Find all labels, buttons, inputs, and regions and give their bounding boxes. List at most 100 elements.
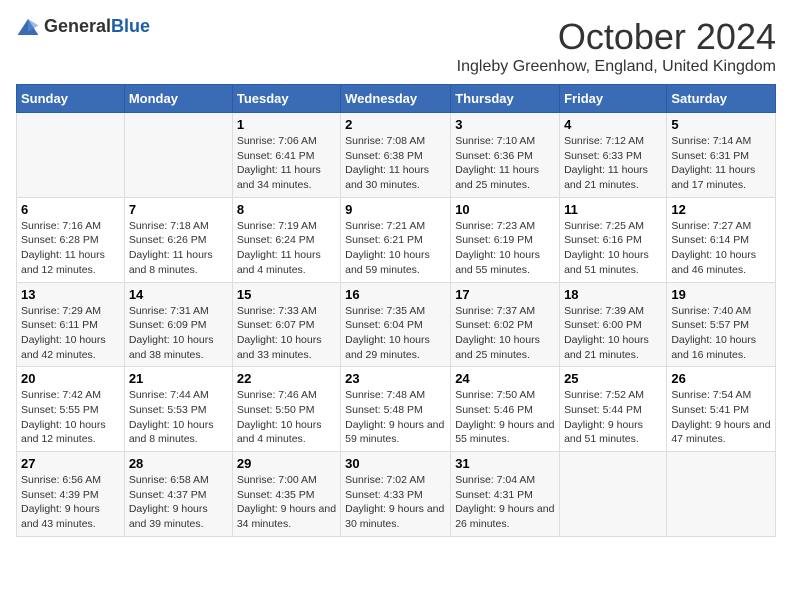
logo: GeneralBlue bbox=[16, 16, 150, 37]
calendar-cell bbox=[560, 452, 667, 537]
day-number: 19 bbox=[671, 287, 771, 302]
calendar-cell: 27Sunrise: 6:56 AM Sunset: 4:39 PM Dayli… bbox=[17, 452, 125, 537]
calendar-cell: 23 Sunrise: 7:48 AM Sunset: 5:48 PM Dayli… bbox=[341, 367, 451, 452]
calendar-cell: 16Sunrise: 7:35 AM Sunset: 6:04 PM Dayli… bbox=[341, 282, 451, 367]
day-info: Sunrise: 7:23 AM Sunset: 6:19 PM Dayligh… bbox=[455, 219, 555, 278]
header-sunday: Sunday bbox=[17, 85, 125, 113]
day-info: Sunrise: 7:39 AM Sunset: 6:00 PM Dayligh… bbox=[564, 304, 662, 363]
day-info: Sunrise: 7:44 AM Sunset: 5:53 PM Dayligh… bbox=[129, 388, 228, 447]
day-number: 14 bbox=[129, 287, 228, 302]
calendar-week-2: 6 Sunrise: 7:16 AM Sunset: 6:28 PM Daylig… bbox=[17, 197, 776, 282]
calendar-cell: 6 Sunrise: 7:16 AM Sunset: 6:28 PM Daylig… bbox=[17, 197, 125, 282]
title-section: October 2024 Ingleby Greenhow, England, … bbox=[457, 16, 776, 76]
day-info: Sunrise: 7:18 AM Sunset: 6:26 PM Dayligh… bbox=[129, 219, 228, 278]
day-info: Sunrise: 7:29 AM Sunset: 6:11 PM Dayligh… bbox=[21, 304, 120, 363]
day-number: 11 bbox=[564, 202, 662, 217]
calendar-week-3: 13 Sunrise: 7:29 AM Sunset: 6:11 PM Dayli… bbox=[17, 282, 776, 367]
calendar-cell: 25Sunrise: 7:52 AM Sunset: 5:44 PM Dayli… bbox=[560, 367, 667, 452]
day-info: Sunrise: 7:35 AM Sunset: 6:04 PM Dayligh… bbox=[345, 304, 446, 363]
calendar-cell: 29Sunrise: 7:00 AM Sunset: 4:35 PM Dayli… bbox=[232, 452, 340, 537]
calendar-cell: 21 Sunrise: 7:44 AM Sunset: 5:53 PM Dayli… bbox=[124, 367, 232, 452]
day-number: 18 bbox=[564, 287, 662, 302]
calendar-cell: 14 Sunrise: 7:31 AM Sunset: 6:09 PM Dayli… bbox=[124, 282, 232, 367]
calendar-cell: 12 Sunrise: 7:27 AM Sunset: 6:14 PM Dayli… bbox=[667, 197, 776, 282]
calendar-cell: 20 Sunrise: 7:42 AM Sunset: 5:55 PM Dayli… bbox=[17, 367, 125, 452]
calendar-cell: 31 Sunrise: 7:04 AM Sunset: 4:31 PM Dayli… bbox=[451, 452, 560, 537]
day-info: Sunrise: 7:19 AM Sunset: 6:24 PM Dayligh… bbox=[237, 219, 336, 278]
day-number: 9 bbox=[345, 202, 446, 217]
calendar-cell: 26Sunrise: 7:54 AM Sunset: 5:41 PM Dayli… bbox=[667, 367, 776, 452]
header-thursday: Thursday bbox=[451, 85, 560, 113]
calendar-cell: 30Sunrise: 7:02 AM Sunset: 4:33 PM Dayli… bbox=[341, 452, 451, 537]
calendar-week-1: 1 Sunrise: 7:06 AM Sunset: 6:41 PM Daylig… bbox=[17, 113, 776, 198]
day-info: Sunrise: 7:33 AM Sunset: 6:07 PM Dayligh… bbox=[237, 304, 336, 363]
calendar-cell: 28Sunrise: 6:58 AM Sunset: 4:37 PM Dayli… bbox=[124, 452, 232, 537]
day-number: 10 bbox=[455, 202, 555, 217]
day-info: Sunrise: 7:12 AM Sunset: 6:33 PM Dayligh… bbox=[564, 134, 662, 193]
day-number: 5 bbox=[671, 117, 771, 132]
logo-text-general: General bbox=[44, 16, 111, 36]
day-number: 1 bbox=[237, 117, 336, 132]
page-header: GeneralBlue October 2024 Ingleby Greenho… bbox=[16, 16, 776, 76]
day-info: Sunrise: 7:37 AM Sunset: 6:02 PM Dayligh… bbox=[455, 304, 555, 363]
day-info: Sunrise: 7:02 AM Sunset: 4:33 PM Dayligh… bbox=[345, 473, 446, 532]
day-info: Sunrise: 7:14 AM Sunset: 6:31 PM Dayligh… bbox=[671, 134, 771, 193]
day-number: 31 bbox=[455, 456, 555, 471]
header-tuesday: Tuesday bbox=[232, 85, 340, 113]
calendar-cell: 18 Sunrise: 7:39 AM Sunset: 6:00 PM Dayli… bbox=[560, 282, 667, 367]
calendar-cell: 2 Sunrise: 7:08 AM Sunset: 6:38 PM Daylig… bbox=[341, 113, 451, 198]
calendar-cell: 5 Sunrise: 7:14 AM Sunset: 6:31 PM Daylig… bbox=[667, 113, 776, 198]
day-number: 15 bbox=[237, 287, 336, 302]
day-info: Sunrise: 7:31 AM Sunset: 6:09 PM Dayligh… bbox=[129, 304, 228, 363]
day-info: Sunrise: 7:06 AM Sunset: 6:41 PM Dayligh… bbox=[237, 134, 336, 193]
day-info: Sunrise: 7:48 AM Sunset: 5:48 PM Dayligh… bbox=[345, 388, 446, 447]
day-number: 6 bbox=[21, 202, 120, 217]
day-number: 2 bbox=[345, 117, 446, 132]
day-number: 29 bbox=[237, 456, 336, 471]
day-number: 8 bbox=[237, 202, 336, 217]
day-number: 3 bbox=[455, 117, 555, 132]
day-info: Sunrise: 7:04 AM Sunset: 4:31 PM Dayligh… bbox=[455, 473, 555, 532]
calendar-cell: 8 Sunrise: 7:19 AM Sunset: 6:24 PM Daylig… bbox=[232, 197, 340, 282]
calendar-cell: 9Sunrise: 7:21 AM Sunset: 6:21 PM Daylig… bbox=[341, 197, 451, 282]
calendar-week-5: 27Sunrise: 6:56 AM Sunset: 4:39 PM Dayli… bbox=[17, 452, 776, 537]
logo-icon bbox=[16, 17, 40, 37]
calendar-cell: 10 Sunrise: 7:23 AM Sunset: 6:19 PM Dayli… bbox=[451, 197, 560, 282]
calendar-cell: 7 Sunrise: 7:18 AM Sunset: 6:26 PM Daylig… bbox=[124, 197, 232, 282]
calendar-cell: 24Sunrise: 7:50 AM Sunset: 5:46 PM Dayli… bbox=[451, 367, 560, 452]
calendar-cell: 13 Sunrise: 7:29 AM Sunset: 6:11 PM Dayli… bbox=[17, 282, 125, 367]
day-number: 21 bbox=[129, 371, 228, 386]
day-info: Sunrise: 7:16 AM Sunset: 6:28 PM Dayligh… bbox=[21, 219, 120, 278]
header-saturday: Saturday bbox=[667, 85, 776, 113]
calendar-cell bbox=[124, 113, 232, 198]
day-number: 17 bbox=[455, 287, 555, 302]
month-title: October 2024 bbox=[457, 16, 776, 58]
day-number: 13 bbox=[21, 287, 120, 302]
day-number: 20 bbox=[21, 371, 120, 386]
header-row: SundayMondayTuesdayWednesdayThursdayFrid… bbox=[17, 85, 776, 113]
day-number: 25 bbox=[564, 371, 662, 386]
calendar-cell: 1 Sunrise: 7:06 AM Sunset: 6:41 PM Daylig… bbox=[232, 113, 340, 198]
day-number: 7 bbox=[129, 202, 228, 217]
day-info: Sunrise: 7:46 AM Sunset: 5:50 PM Dayligh… bbox=[237, 388, 336, 447]
day-info: Sunrise: 6:58 AM Sunset: 4:37 PM Dayligh… bbox=[129, 473, 228, 532]
calendar-table: SundayMondayTuesdayWednesdayThursdayFrid… bbox=[16, 84, 776, 537]
calendar-cell bbox=[667, 452, 776, 537]
calendar-cell: 19Sunrise: 7:40 AM Sunset: 5:57 PM Dayli… bbox=[667, 282, 776, 367]
header-monday: Monday bbox=[124, 85, 232, 113]
logo-text-blue: Blue bbox=[111, 16, 150, 36]
header-friday: Friday bbox=[560, 85, 667, 113]
day-info: Sunrise: 7:10 AM Sunset: 6:36 PM Dayligh… bbox=[455, 134, 555, 193]
day-number: 12 bbox=[671, 202, 771, 217]
day-info: Sunrise: 7:42 AM Sunset: 5:55 PM Dayligh… bbox=[21, 388, 120, 447]
day-info: Sunrise: 7:25 AM Sunset: 6:16 PM Dayligh… bbox=[564, 219, 662, 278]
day-info: Sunrise: 7:27 AM Sunset: 6:14 PM Dayligh… bbox=[671, 219, 771, 278]
day-number: 22 bbox=[237, 371, 336, 386]
day-number: 24 bbox=[455, 371, 555, 386]
day-number: 26 bbox=[671, 371, 771, 386]
calendar-week-4: 20 Sunrise: 7:42 AM Sunset: 5:55 PM Dayli… bbox=[17, 367, 776, 452]
calendar-cell: 11 Sunrise: 7:25 AM Sunset: 6:16 PM Dayli… bbox=[560, 197, 667, 282]
day-number: 4 bbox=[564, 117, 662, 132]
day-number: 23 bbox=[345, 371, 446, 386]
day-info: Sunrise: 7:08 AM Sunset: 6:38 PM Dayligh… bbox=[345, 134, 446, 193]
